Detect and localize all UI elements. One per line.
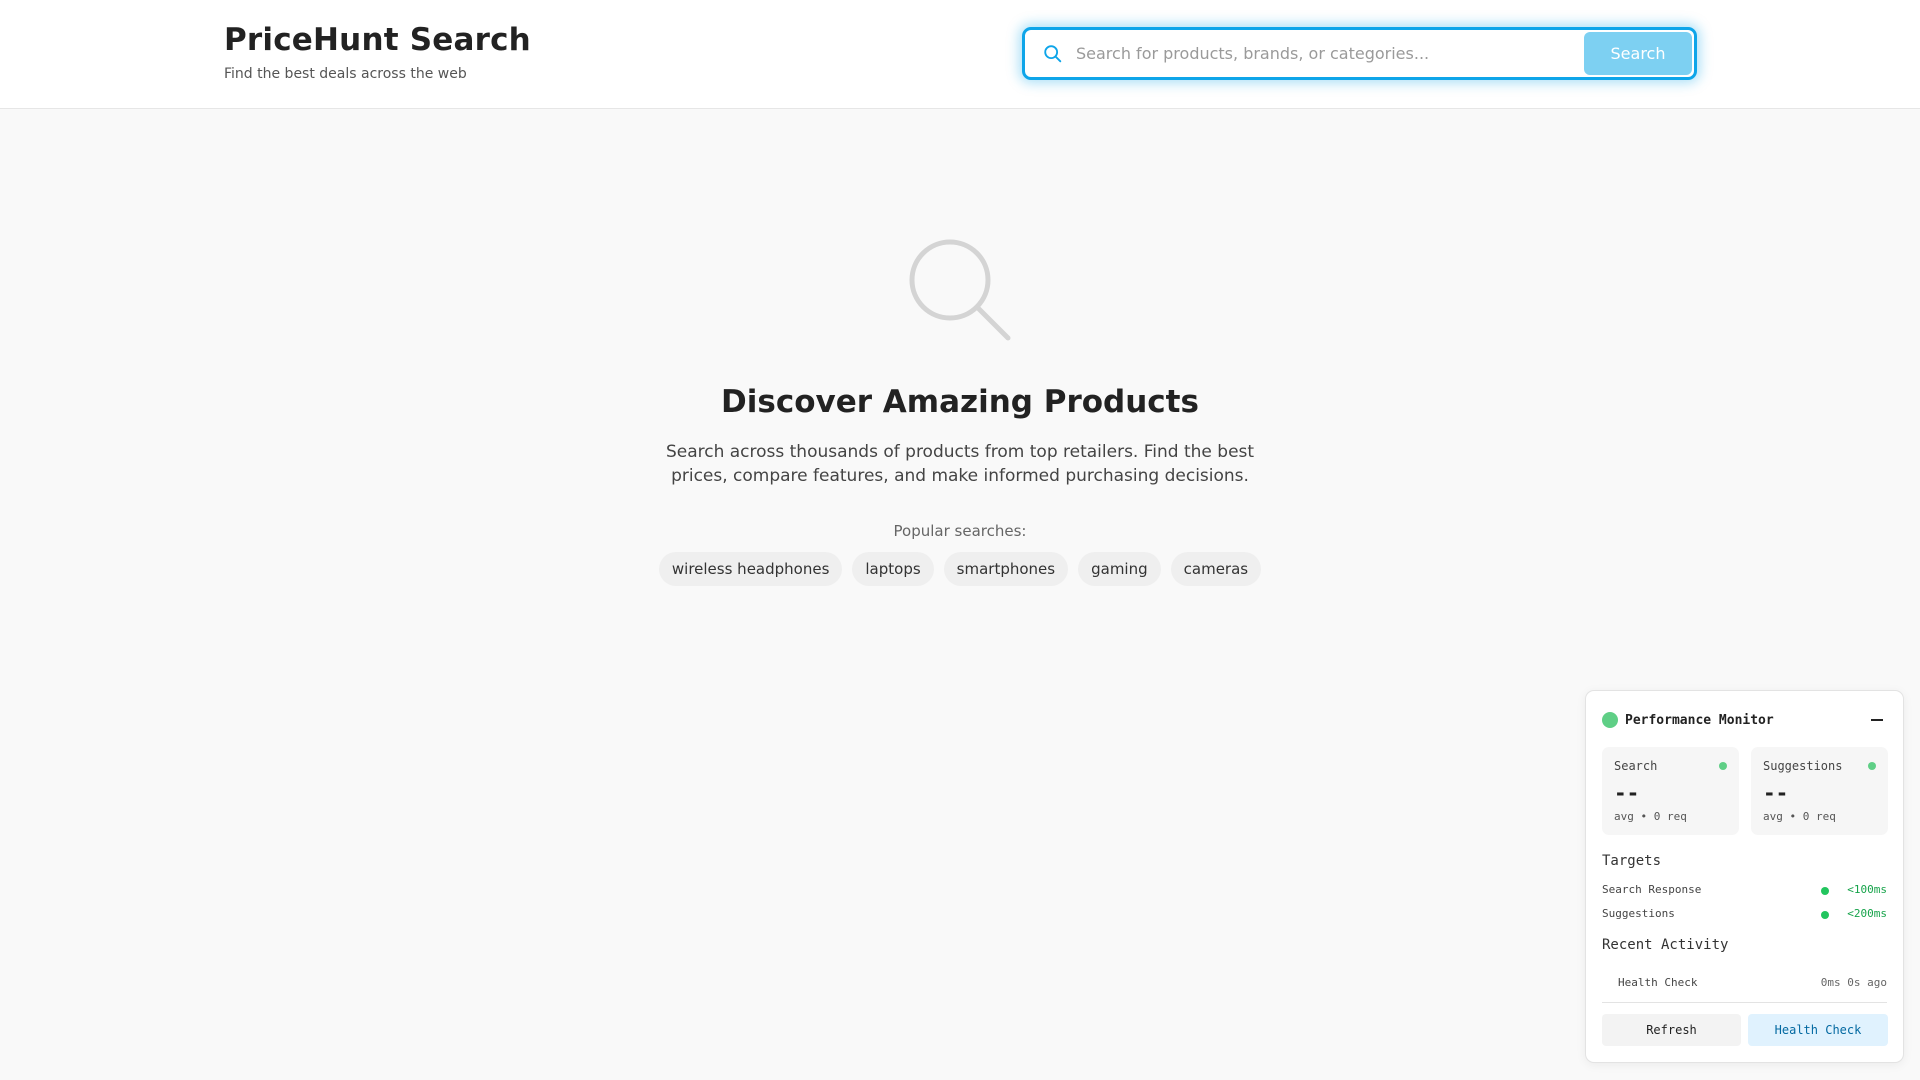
health-check-button[interactable]: Health Check bbox=[1748, 1014, 1888, 1046]
perf-title: Performance Monitor bbox=[1625, 713, 1774, 728]
target-label: Search Response bbox=[1602, 883, 1702, 896]
popular-search-chip[interactable]: laptops bbox=[852, 552, 934, 586]
activity-item: Health Check 0ms 0s ago bbox=[1618, 976, 1887, 989]
magnifier-icon bbox=[909, 239, 1011, 341]
hero-description: Search across thousands of products from… bbox=[665, 442, 1255, 486]
hero-title: Discover Amazing Products bbox=[721, 384, 1199, 420]
target-row-suggestions: Suggestions <200ms bbox=[1602, 907, 1887, 923]
top-header: PriceHunt Search Find the best deals acr… bbox=[0, 0, 1920, 109]
search-input[interactable] bbox=[1076, 33, 1596, 74]
metric-status-dot bbox=[1868, 762, 1876, 770]
metric-label: Suggestions bbox=[1763, 759, 1843, 773]
target-value: <200ms bbox=[1847, 907, 1887, 920]
search-button[interactable]: Search bbox=[1584, 32, 1692, 75]
metric-value: -- bbox=[1763, 781, 1789, 805]
metric-label: Search bbox=[1614, 759, 1658, 773]
activity-label: Health Check bbox=[1618, 976, 1698, 989]
refresh-button[interactable]: Refresh bbox=[1602, 1014, 1741, 1046]
minimize-icon[interactable] bbox=[1869, 712, 1885, 728]
activity-time: 0ms 0s ago bbox=[1820, 976, 1887, 989]
target-value: <100ms bbox=[1847, 883, 1887, 896]
metric-sub: avg • 0 req bbox=[1614, 810, 1687, 823]
status-indicator bbox=[1602, 712, 1618, 728]
divider bbox=[1602, 1002, 1887, 1003]
popular-search-chip[interactable]: wireless headphones bbox=[658, 552, 843, 586]
metric-card-suggestions: Suggestions -- avg • 0 req bbox=[1751, 747, 1888, 835]
search-icon bbox=[1044, 44, 1062, 62]
app-title: PriceHunt Search bbox=[224, 22, 531, 58]
target-status-dot bbox=[1821, 887, 1829, 895]
popular-search-chip[interactable]: gaming bbox=[1078, 552, 1161, 586]
target-row-search: Search Response <100ms bbox=[1602, 883, 1887, 899]
metric-card-search: Search -- avg • 0 req bbox=[1602, 747, 1739, 835]
metric-value: -- bbox=[1614, 781, 1640, 805]
target-label: Suggestions bbox=[1602, 907, 1675, 920]
performance-monitor: Performance Monitor Search -- avg • 0 re… bbox=[1585, 690, 1904, 1063]
activity-title: Recent Activity bbox=[1602, 937, 1729, 953]
popular-search-chip[interactable]: smartphones bbox=[943, 552, 1069, 586]
targets-title: Targets bbox=[1602, 853, 1662, 869]
popular-searches: wireless headphones laptops smartphones … bbox=[0, 552, 1920, 586]
search-bar[interactable]: Search bbox=[1022, 27, 1697, 80]
empty-state: Discover Amazing Products Search across … bbox=[0, 230, 1920, 586]
metric-status-dot bbox=[1719, 762, 1727, 770]
app-tagline: Find the best deals across the web bbox=[224, 66, 467, 82]
target-status-dot bbox=[1821, 911, 1829, 919]
popular-searches-label: Popular searches: bbox=[893, 522, 1027, 540]
metric-sub: avg • 0 req bbox=[1763, 810, 1836, 823]
brand: PriceHunt Search Find the best deals acr… bbox=[224, 22, 531, 82]
popular-search-chip[interactable]: cameras bbox=[1170, 552, 1262, 586]
perf-header: Performance Monitor bbox=[1602, 710, 1887, 730]
